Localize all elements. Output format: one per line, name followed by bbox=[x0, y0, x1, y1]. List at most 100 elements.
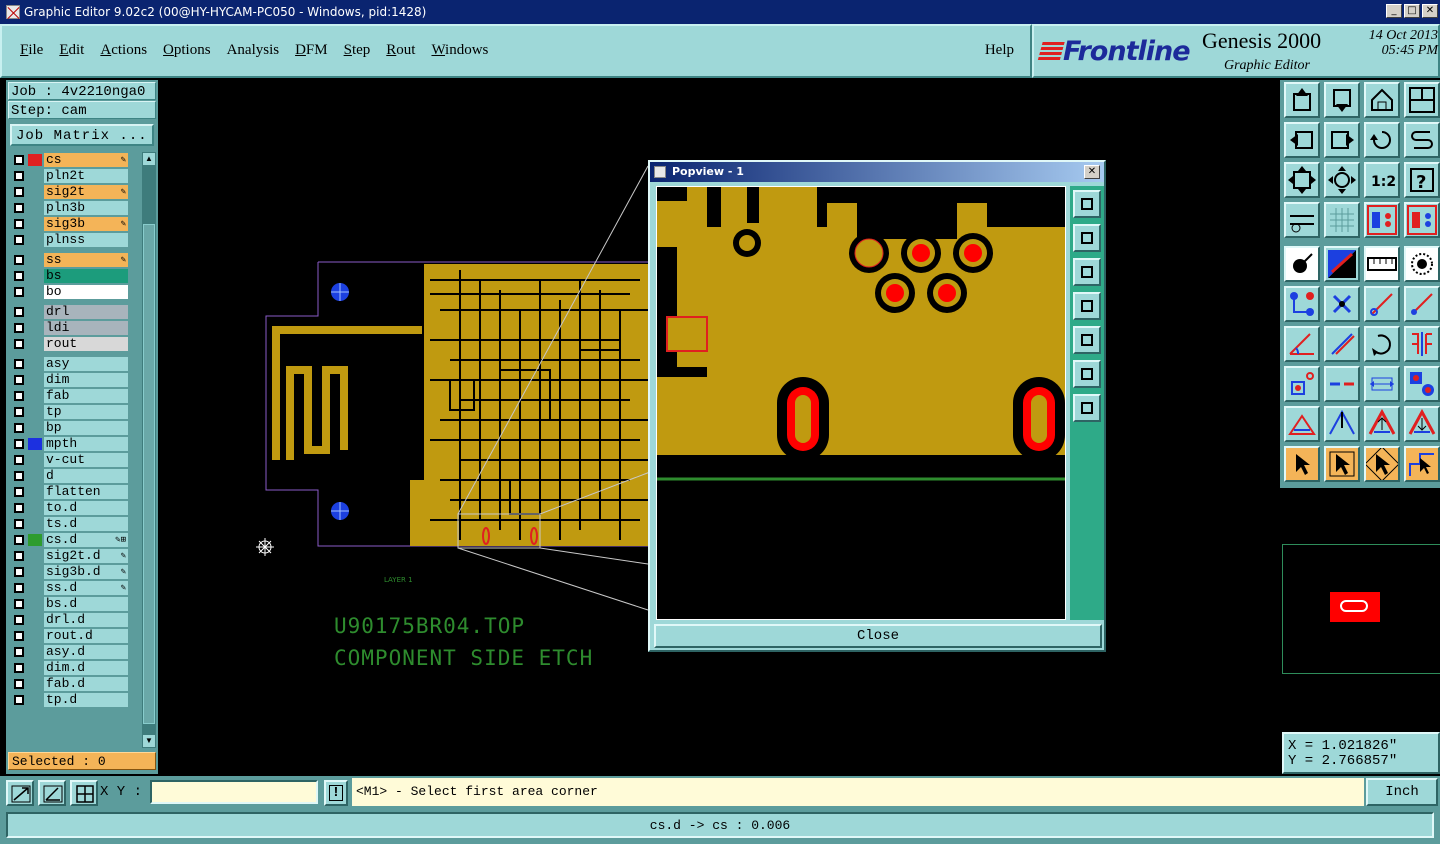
layer-row-pln2t[interactable]: pln2t bbox=[8, 168, 132, 184]
layer-name[interactable]: drl bbox=[44, 305, 128, 319]
layer-checkbox[interactable] bbox=[14, 219, 24, 229]
layer-checkbox[interactable] bbox=[14, 679, 24, 689]
layer-name[interactable]: rout.d bbox=[44, 629, 128, 643]
layer-name[interactable]: flatten bbox=[44, 485, 128, 499]
layer-name[interactable]: sig3b.d bbox=[44, 565, 128, 579]
layer-row-tp[interactable]: tp bbox=[8, 404, 132, 420]
layer-row-to.d[interactable]: to.d bbox=[8, 500, 132, 516]
scroll-thumb[interactable] bbox=[143, 224, 155, 724]
layer-checkbox[interactable] bbox=[14, 519, 24, 529]
menu-item-analysis[interactable]: Analysis bbox=[227, 42, 280, 59]
scroll-down-icon[interactable]: ▼ bbox=[143, 735, 155, 747]
layer-name[interactable]: mpth bbox=[44, 437, 128, 451]
s-curve-button[interactable] bbox=[1404, 122, 1440, 158]
layer-checkbox[interactable] bbox=[14, 255, 24, 265]
popview-tool-3[interactable] bbox=[1073, 258, 1101, 286]
pan-right-button[interactable] bbox=[1324, 122, 1360, 158]
layer-checkbox[interactable] bbox=[14, 567, 24, 577]
layer-row-ss[interactable]: ss ✎ bbox=[8, 252, 132, 268]
layer-row-drl[interactable]: drl bbox=[8, 304, 132, 320]
menu-item-windows[interactable]: Windows bbox=[431, 42, 488, 59]
cross-button[interactable] bbox=[1324, 286, 1360, 322]
layer-name[interactable]: rout bbox=[44, 337, 128, 351]
layer-row-bo[interactable]: bo bbox=[8, 284, 132, 300]
layer-name[interactable]: ldi bbox=[44, 321, 128, 335]
zoom-home-button[interactable] bbox=[1284, 82, 1320, 118]
pan-left-button[interactable] bbox=[1284, 122, 1320, 158]
layer-checkbox[interactable] bbox=[14, 695, 24, 705]
layer-row-cs[interactable]: cs ✎ bbox=[8, 152, 132, 168]
split-view-button[interactable] bbox=[1404, 82, 1440, 118]
layer-checkbox[interactable] bbox=[14, 647, 24, 657]
color-tool-button[interactable] bbox=[1324, 246, 1360, 282]
layer-row-sig3b[interactable]: sig3b ✎ bbox=[8, 216, 132, 232]
layer-row-cs.d[interactable]: cs.d ✎⊞ bbox=[8, 532, 132, 548]
layer-row-drl.d[interactable]: drl.d bbox=[8, 612, 132, 628]
layer-row-ts.d[interactable]: ts.d bbox=[8, 516, 132, 532]
layer-name[interactable]: bs.d bbox=[44, 597, 128, 611]
minimize-button[interactable]: _ bbox=[1386, 4, 1402, 18]
layer-row-bs.d[interactable]: bs.d bbox=[8, 596, 132, 612]
layer-name[interactable]: bo bbox=[44, 285, 128, 299]
layer-row-bp[interactable]: bp bbox=[8, 420, 132, 436]
layer-row-fab.d[interactable]: fab.d bbox=[8, 676, 132, 692]
layer-row-dim[interactable]: dim bbox=[8, 372, 132, 388]
xy-input[interactable] bbox=[150, 780, 318, 804]
layer-checkbox[interactable] bbox=[14, 663, 24, 673]
undo-zoom-button[interactable] bbox=[1364, 122, 1400, 158]
mini-map[interactable] bbox=[1282, 490, 1440, 730]
layer-checkbox[interactable] bbox=[14, 307, 24, 317]
layer-name[interactable]: fab.d bbox=[44, 677, 128, 691]
popview-tool-4[interactable] bbox=[1073, 292, 1101, 320]
layer-checkbox[interactable] bbox=[14, 375, 24, 385]
layer-row-v-cut[interactable]: v-cut bbox=[8, 452, 132, 468]
layer-checkbox[interactable] bbox=[14, 235, 24, 245]
mirror-button[interactable] bbox=[1404, 326, 1440, 362]
layer-row-pln3b[interactable]: pln3b bbox=[8, 200, 132, 216]
layer-checkbox[interactable] bbox=[14, 471, 24, 481]
layer-row-sig2t.d[interactable]: sig2t.d ✎ bbox=[8, 548, 132, 564]
layer-checkbox[interactable] bbox=[14, 287, 24, 297]
layer-checkbox[interactable] bbox=[14, 551, 24, 561]
layer-name[interactable]: bp bbox=[44, 421, 128, 435]
layer-name[interactable]: dim bbox=[44, 373, 128, 387]
layer-checkbox[interactable] bbox=[14, 487, 24, 497]
layer-name[interactable]: ss bbox=[44, 253, 128, 267]
layer-checkbox[interactable] bbox=[14, 631, 24, 641]
layer-checkbox[interactable] bbox=[14, 599, 24, 609]
fit-screen-button[interactable] bbox=[1284, 162, 1320, 198]
layer-row-dim.d[interactable]: dim.d bbox=[8, 660, 132, 676]
menu-item-edit[interactable]: Edit bbox=[59, 42, 84, 59]
menu-item-actions[interactable]: Actions bbox=[100, 42, 147, 59]
layer-checkbox[interactable] bbox=[14, 359, 24, 369]
layer-checkbox[interactable] bbox=[14, 391, 24, 401]
layer-row-ss.d[interactable]: ss.d ✎ bbox=[8, 580, 132, 596]
line-red-button[interactable] bbox=[1364, 286, 1400, 322]
layer-checkbox[interactable] bbox=[14, 187, 24, 197]
triangle-up-button[interactable] bbox=[1364, 406, 1400, 442]
layer-name[interactable]: sig3b bbox=[44, 217, 128, 231]
layer-row-bs[interactable]: bs bbox=[8, 268, 132, 284]
layer-checkbox[interactable] bbox=[14, 439, 24, 449]
job-matrix-button[interactable]: Job Matrix ... bbox=[10, 124, 154, 146]
layer-name[interactable]: ss.d bbox=[44, 581, 128, 595]
select-box-button[interactable] bbox=[1324, 446, 1360, 482]
scale-1to2-button[interactable]: 1:2 bbox=[1364, 162, 1400, 198]
split-line-button[interactable] bbox=[1324, 366, 1360, 402]
layer-checkbox[interactable] bbox=[14, 271, 24, 281]
layer-row-d[interactable]: d bbox=[8, 468, 132, 484]
pad-group-button[interactable] bbox=[1404, 366, 1440, 402]
scroll-up-icon[interactable]: ▲ bbox=[143, 153, 155, 165]
popview-viewport[interactable] bbox=[656, 186, 1066, 620]
layer-name[interactable]: sig2t bbox=[44, 185, 128, 199]
popview-tool-7[interactable] bbox=[1073, 394, 1101, 422]
layer-checkbox[interactable] bbox=[14, 535, 24, 545]
dimension-button[interactable] bbox=[1364, 366, 1400, 402]
layer-checkbox[interactable] bbox=[14, 615, 24, 625]
layer-checkbox[interactable] bbox=[14, 503, 24, 513]
layer-name[interactable]: asy.d bbox=[44, 645, 128, 659]
layer-row-asy[interactable]: asy bbox=[8, 356, 132, 372]
layer-row-tp.d[interactable]: tp.d bbox=[8, 692, 132, 708]
connect-button[interactable] bbox=[1284, 286, 1320, 322]
layer-checkbox[interactable] bbox=[14, 423, 24, 433]
